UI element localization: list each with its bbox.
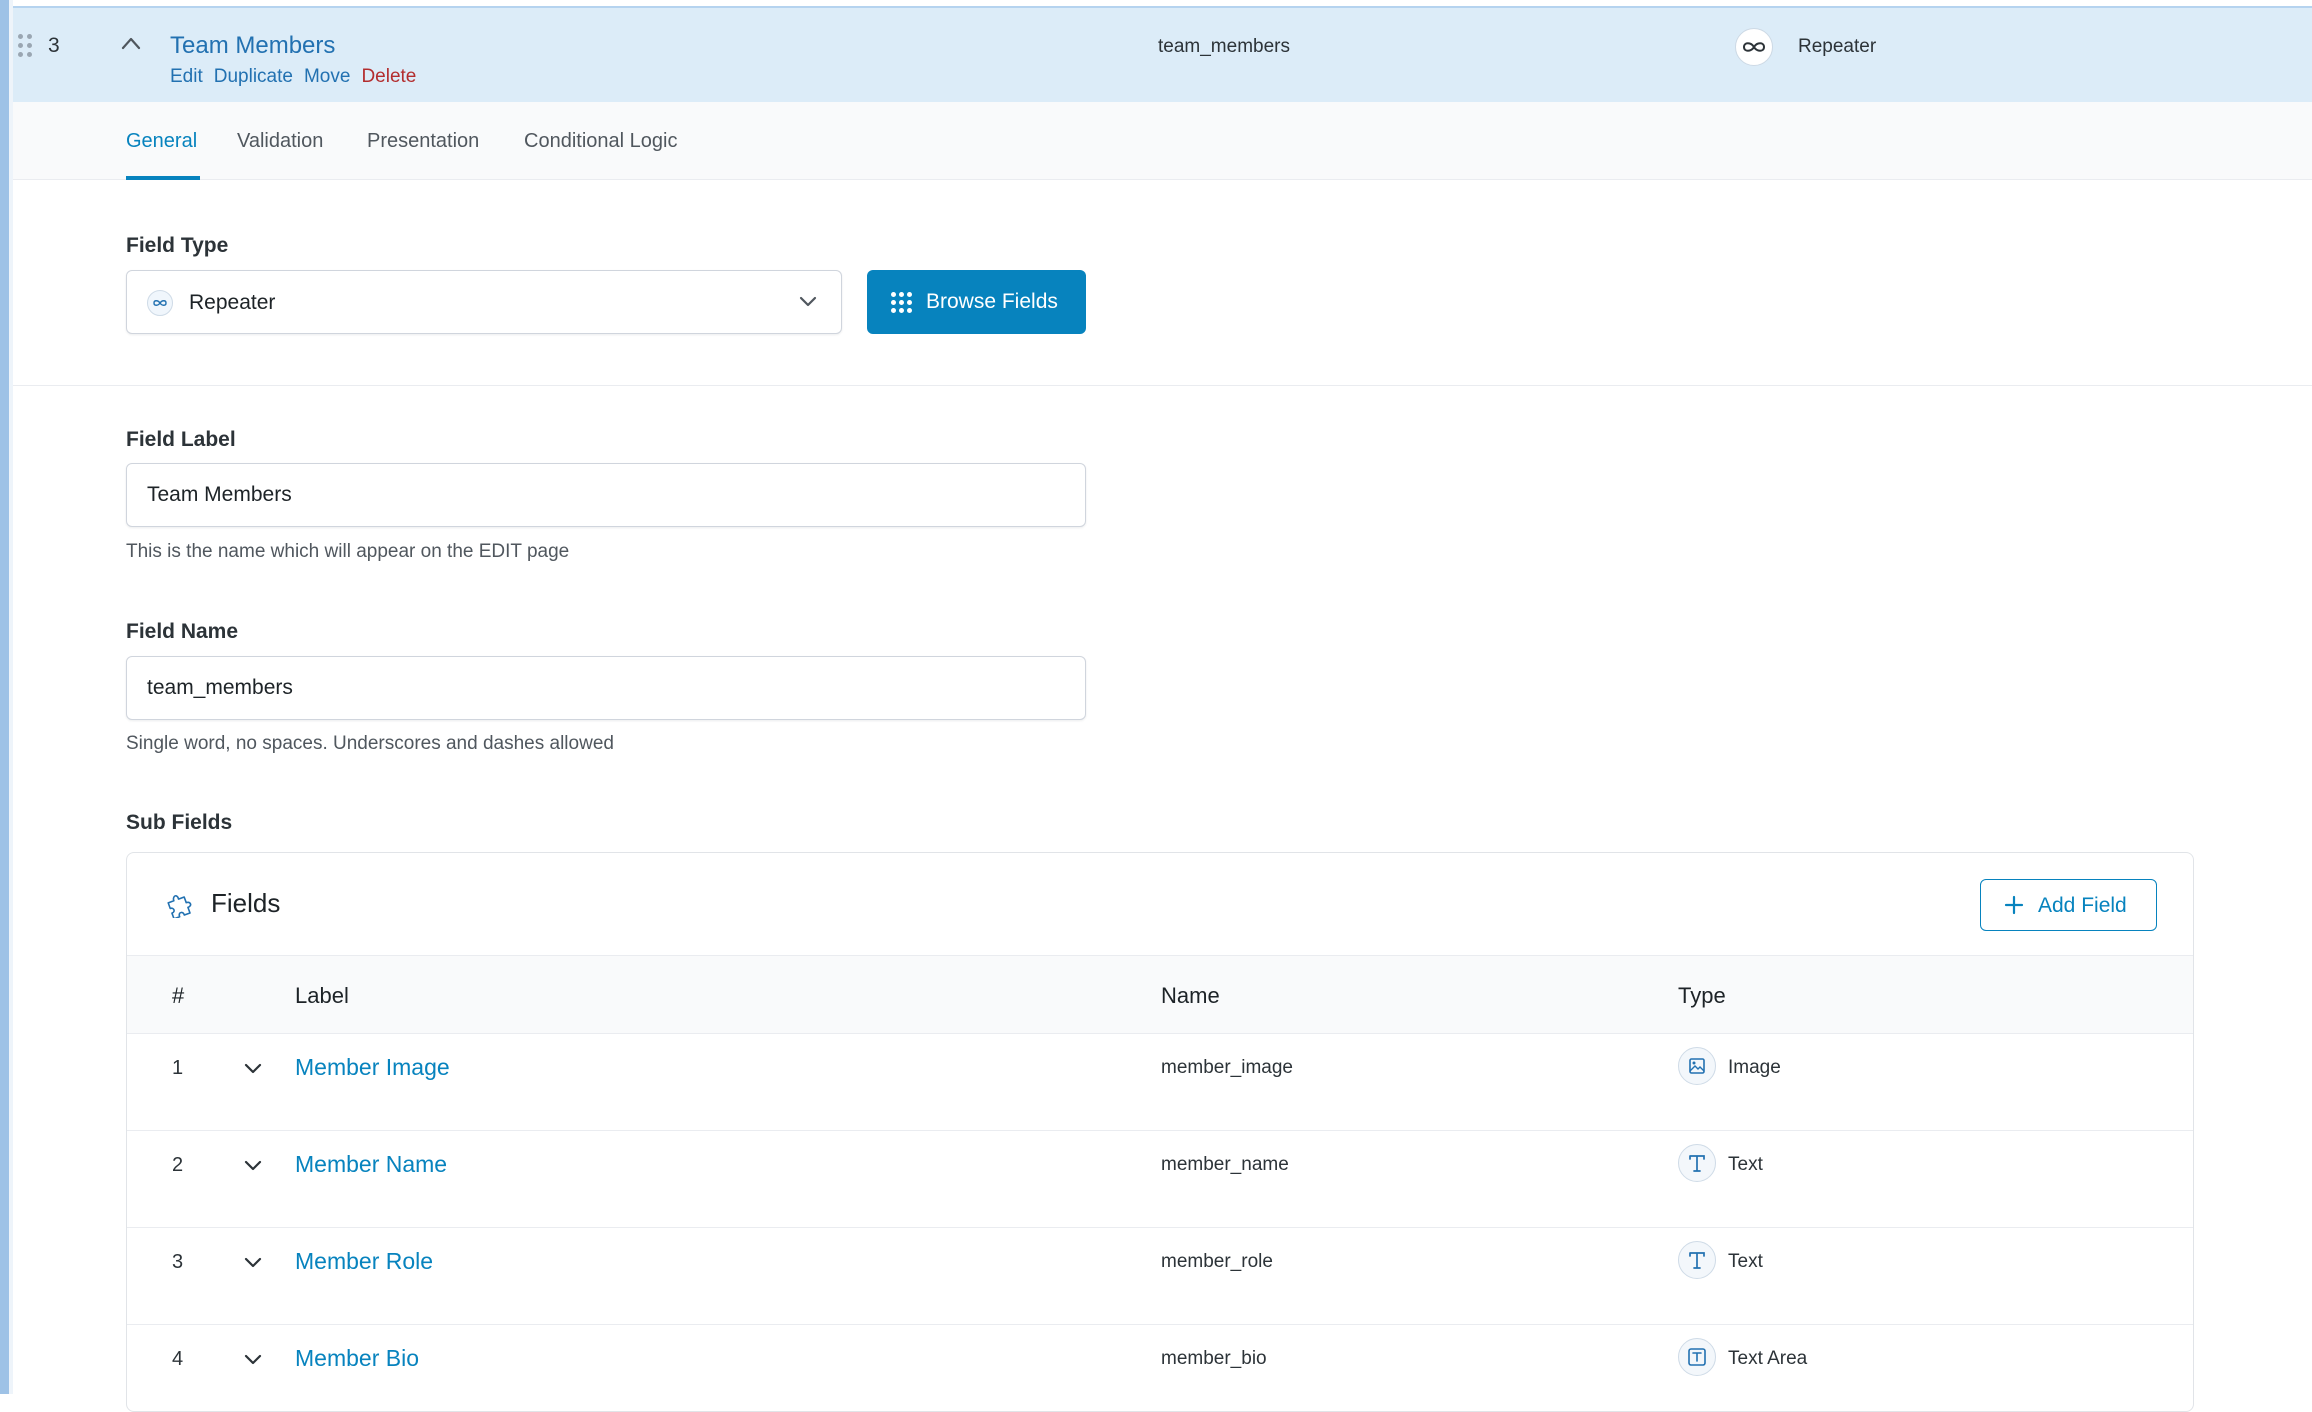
field-name-value: team_members <box>1158 36 1290 57</box>
move-link[interactable]: Move <box>304 66 350 87</box>
duplicate-link[interactable]: Duplicate <box>214 66 293 87</box>
chevron-down-icon[interactable] <box>244 1063 262 1075</box>
settings-tabs: General Validation Presentation Conditio… <box>13 102 2312 180</box>
tab-presentation[interactable]: Presentation <box>367 130 479 153</box>
sub-fields-header: Fields Add Field <box>127 853 2193 956</box>
field-order-number: 3 <box>48 34 60 57</box>
field-name-help: Single word, no spaces. Underscores and … <box>126 733 614 754</box>
tab-conditional-logic[interactable]: Conditional Logic <box>524 130 677 153</box>
field-type-label: Field Type <box>126 234 229 257</box>
row-number: 4 <box>172 1348 184 1370</box>
puzzle-icon <box>167 894 192 918</box>
row-label-link[interactable]: Member Image <box>295 1054 450 1081</box>
field-name-label: Field Name <box>126 620 239 643</box>
tab-general[interactable]: General <box>126 130 197 153</box>
text-icon <box>1678 1144 1716 1182</box>
chevron-down-icon <box>799 296 817 307</box>
table-row[interactable]: 2 Member Name member_name Text <box>127 1131 2193 1228</box>
field-label-help: This is the name which will appear on th… <box>126 541 570 562</box>
row-name: member_bio <box>1161 1348 1267 1369</box>
chevron-down-icon[interactable] <box>244 1160 262 1172</box>
repeater-icon <box>1735 28 1773 66</box>
chevron-up-icon[interactable] <box>121 36 141 50</box>
row-label-link[interactable]: Member Bio <box>295 1345 419 1372</box>
drag-handle-icon[interactable] <box>18 34 34 60</box>
field-name-input[interactable] <box>126 656 1086 720</box>
row-number: 3 <box>172 1251 184 1273</box>
row-type: Text <box>1728 1251 1763 1272</box>
row-number: 2 <box>172 1154 184 1176</box>
field-header-row[interactable]: 3 Team Members Edit Duplicate Move Delete t… <box>13 6 2312 102</box>
field-accent-bar <box>0 0 9 1394</box>
field-type-value: Repeater <box>1798 36 1877 57</box>
column-header-name: Name <box>1161 983 1220 1008</box>
text-icon <box>1678 1241 1716 1279</box>
field-accent-inner <box>9 0 13 1394</box>
field-label-input[interactable] <box>126 463 1086 527</box>
active-tab-indicator <box>126 176 200 180</box>
row-name: member_name <box>1161 1154 1289 1175</box>
row-type: Text <box>1728 1154 1763 1175</box>
repeater-icon <box>147 290 173 316</box>
tab-validation[interactable]: Validation <box>237 130 323 153</box>
table-row[interactable]: 3 Member Role member_role Text <box>127 1228 2193 1325</box>
column-header-label: Label <box>295 983 349 1008</box>
field-type-selected-value: Repeater <box>189 291 276 314</box>
grid-icon <box>891 292 913 314</box>
sub-fields-panel: Fields Add Field # Label Name Type 1 Mem… <box>126 852 2194 1412</box>
column-header-type: Type <box>1678 983 1726 1008</box>
textarea-icon <box>1678 1338 1716 1376</box>
delete-link[interactable]: Delete <box>361 66 416 87</box>
field-title-link[interactable]: Team Members <box>170 32 335 60</box>
browse-fields-label: Browse Fields <box>926 290 1058 313</box>
fields-panel-title: Fields <box>211 888 281 918</box>
row-name: member_image <box>1161 1057 1293 1078</box>
plus-icon <box>2004 895 2024 915</box>
edit-link[interactable]: Edit <box>170 66 203 87</box>
chevron-down-icon[interactable] <box>244 1354 262 1366</box>
row-type: Image <box>1728 1057 1781 1078</box>
column-header-number: # <box>172 983 185 1008</box>
table-row[interactable]: 4 Member Bio member_bio Text Area <box>127 1325 2193 1411</box>
sub-fields-table-header: # Label Name Type <box>127 956 2193 1034</box>
row-type: Text Area <box>1728 1348 1808 1369</box>
row-label-link[interactable]: Member Name <box>295 1151 447 1178</box>
field-label-label: Field Label <box>126 428 236 451</box>
add-field-label: Add Field <box>2038 894 2127 917</box>
row-actions: Edit Duplicate Move Delete <box>170 66 427 88</box>
row-label-link[interactable]: Member Role <box>295 1248 433 1275</box>
row-name: member_role <box>1161 1251 1273 1272</box>
row-number: 1 <box>172 1057 184 1079</box>
browse-fields-button[interactable]: Browse Fields <box>867 270 1086 334</box>
chevron-down-icon[interactable] <box>244 1257 262 1269</box>
image-icon <box>1678 1047 1716 1085</box>
section-divider <box>13 385 2312 386</box>
add-field-button[interactable]: Add Field <box>1980 879 2157 931</box>
table-row[interactable]: 1 Member Image member_image Image <box>127 1034 2193 1131</box>
sub-fields-label: Sub Fields <box>126 811 233 834</box>
field-type-select[interactable]: Repeater <box>126 270 842 334</box>
